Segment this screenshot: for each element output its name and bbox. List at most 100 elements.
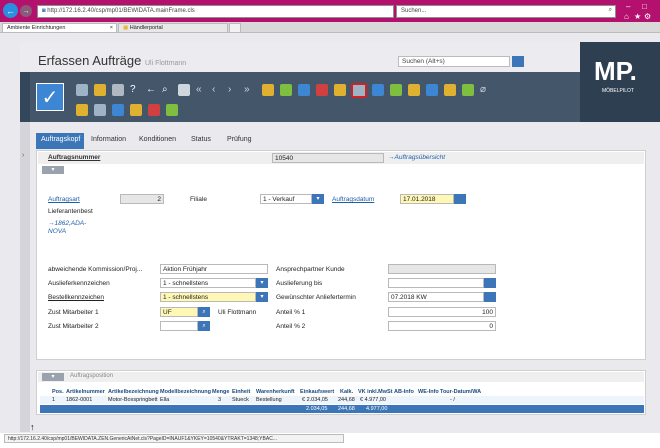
anliefertermin-calendar-icon[interactable]: [484, 292, 496, 302]
attach-icon[interactable]: ⌀: [480, 84, 492, 96]
tab-label: Ambiente Einrichtungen: [7, 25, 66, 31]
anteil1-field[interactable]: 100: [388, 307, 496, 317]
document-icon[interactable]: [76, 84, 88, 96]
auslieferung-bis-field[interactable]: [388, 278, 484, 288]
sidebar-handle[interactable]: [20, 72, 30, 122]
bestellkennzeichen-label[interactable]: Bestellkennzeichen: [48, 294, 104, 301]
auftragsuebersicht-link[interactable]: →Auftragsübersicht: [388, 154, 445, 161]
close-icon[interactable]: ×: [110, 25, 113, 31]
transfer-icon[interactable]: [426, 84, 438, 96]
auftragsnummer-label[interactable]: Auftragsnummer: [48, 154, 100, 161]
collapse-toggle[interactable]: ▾: [42, 166, 64, 174]
col-menge[interactable]: Menge: [212, 389, 229, 395]
cell-artikelnummer: 1862-0001: [66, 397, 93, 403]
col-einheit[interactable]: Einheit: [232, 389, 250, 395]
anteil2-field[interactable]: 0: [388, 321, 496, 331]
col-kalk[interactable]: Kalk.: [340, 389, 353, 395]
filiale-select[interactable]: 1 - Verkauf: [260, 194, 312, 204]
col-warenherkunft[interactable]: Warenherkunft: [256, 389, 295, 395]
approve-icon[interactable]: [390, 84, 402, 96]
col-ab-info[interactable]: AB-Info: [394, 389, 414, 395]
tab-pruefung[interactable]: Prüfung: [222, 133, 262, 149]
bestellkennzeichen-dropdown-icon[interactable]: ▾: [256, 292, 268, 302]
bestellkennzeichen-select[interactable]: 1 - schnellstens: [160, 292, 256, 302]
search-tool-icon[interactable]: ⌕: [162, 84, 174, 96]
filiale-dropdown-icon[interactable]: ▾: [312, 194, 324, 204]
minimize-icon[interactable]: –: [626, 2, 630, 11]
tab-konditionen[interactable]: Konditionen: [134, 133, 184, 149]
first-record-icon[interactable]: «: [196, 84, 208, 96]
archive-icon[interactable]: [148, 104, 160, 116]
anliefertermin-field[interactable]: 07.2018 KW: [388, 292, 484, 302]
browser-search-input[interactable]: Suchen... ⌕: [396, 5, 616, 18]
report-icon[interactable]: [166, 104, 178, 116]
calculator-icon[interactable]: [334, 84, 346, 96]
export-icon[interactable]: [372, 84, 384, 96]
forward-icon[interactable]: →: [20, 5, 32, 17]
home-icon[interactable]: ⌂: [624, 12, 629, 21]
browser-tab-ambiente[interactable]: Ambiente Einrichtungen ×: [2, 23, 117, 33]
app-search-button[interactable]: [512, 56, 524, 67]
list-icon[interactable]: [94, 104, 106, 116]
favorites-icon[interactable]: ★: [634, 12, 641, 21]
print-icon[interactable]: [178, 84, 190, 96]
edit-icon[interactable]: [76, 104, 88, 116]
folder-icon[interactable]: [262, 84, 274, 96]
col-modellbezeichnung[interactable]: Modellbezeichnung: [160, 389, 211, 395]
auslieferkennzeichen-dropdown-icon[interactable]: ▾: [256, 278, 268, 288]
back-icon[interactable]: ←: [3, 3, 18, 18]
orders-icon[interactable]: [444, 84, 456, 96]
left-panel-toggle[interactable]: ›: [20, 122, 30, 432]
search-icon[interactable]: ⌕: [609, 7, 612, 14]
info-icon[interactable]: [316, 84, 328, 96]
tab-information[interactable]: Information: [86, 133, 132, 149]
last-record-icon[interactable]: »: [244, 84, 256, 96]
next-record-icon[interactable]: ›: [228, 84, 240, 96]
auftragsnummer-field[interactable]: 10540: [272, 153, 384, 163]
maximize-icon[interactable]: □: [642, 2, 647, 11]
auftragsdatum-field[interactable]: 17.01.2018: [400, 194, 454, 204]
table-icon[interactable]: [298, 84, 310, 96]
positions-collapse-toggle[interactable]: ▾: [42, 373, 64, 381]
copy-icon[interactable]: [130, 104, 142, 116]
auftragsart-field[interactable]: 2: [120, 194, 164, 204]
mitarbeiter2-search-icon[interactable]: ⌕: [198, 321, 210, 331]
col-artikelbezeichnung[interactable]: Artikelbezeichnung: [108, 389, 159, 395]
col-we-info[interactable]: WE-Info: [418, 389, 439, 395]
highlighted-toolbar-icon[interactable]: [351, 83, 367, 98]
mitarbeiter1-field[interactable]: UF: [160, 307, 198, 317]
settings-icon[interactable]: ⚙: [644, 12, 651, 21]
tab-status[interactable]: Status: [186, 133, 220, 149]
tab-auftragskopf[interactable]: Auftragskopf: [36, 133, 84, 149]
new-tab-button[interactable]: [229, 23, 241, 33]
col-artikelnummer[interactable]: Artikelnummer: [66, 389, 105, 395]
logo-mark: MP.: [594, 56, 637, 86]
calendar-picker-icon[interactable]: [454, 194, 466, 204]
address-bar[interactable]: ◙ http://172.16.2.40/csp/mp01/BEWIDATA.m…: [37, 5, 394, 18]
flag-icon[interactable]: [408, 84, 420, 96]
auftragsart-label[interactable]: Auftragsart: [48, 196, 80, 203]
confirm-checkmark-button[interactable]: ✓: [36, 83, 64, 111]
col-vk[interactable]: VK inkl.MwSt: [358, 389, 393, 395]
back-arrow-icon[interactable]: ←: [146, 84, 158, 96]
col-tour-datum[interactable]: Tour-Datum/WA: [440, 389, 481, 395]
previous-record-icon[interactable]: ‹: [212, 84, 224, 96]
browser-tab-haendlerportal[interactable]: ▦ Händlerportal: [118, 23, 228, 33]
delete-icon[interactable]: [112, 84, 124, 96]
auslieferung-calendar-icon[interactable]: [484, 278, 496, 288]
auftragsdatum-label[interactable]: Auftragsdatum: [332, 196, 374, 203]
ansprechpartner-field[interactable]: [388, 264, 496, 274]
calendar-icon[interactable]: [112, 104, 124, 116]
mitarbeiter2-field[interactable]: [160, 321, 198, 331]
col-pos[interactable]: Pos.: [52, 389, 64, 395]
col-einkaufswert[interactable]: Einkaufswert: [300, 389, 334, 395]
auslieferkennzeichen-select[interactable]: 1 - schnellstens: [160, 278, 256, 288]
kommission-field[interactable]: Aktion Frühjahr: [160, 264, 268, 274]
app-search-input[interactable]: Suchen (Alt+s): [398, 56, 510, 67]
lieferant-link[interactable]: →1862,ADA-NOVA: [48, 220, 98, 236]
new-icon[interactable]: [94, 84, 106, 96]
help-icon[interactable]: ?: [130, 84, 142, 96]
mitarbeiter1-search-icon[interactable]: ⌕: [198, 307, 210, 317]
stats-icon[interactable]: [280, 84, 292, 96]
labels-icon[interactable]: [462, 84, 474, 96]
